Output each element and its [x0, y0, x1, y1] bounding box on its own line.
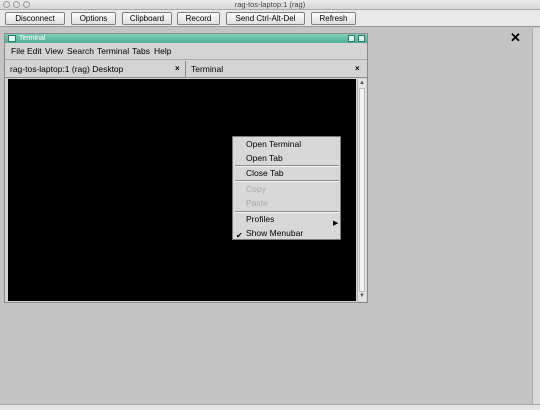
checkmark-icon: ✔	[236, 231, 243, 240]
menu-terminal[interactable]: Terminal	[97, 46, 129, 57]
menu-edit[interactable]: Edit	[27, 46, 42, 57]
context-menu: Open Terminal Open Tab Close Tab Copy Pa…	[232, 136, 341, 240]
tab-terminal-close-icon[interactable]: ×	[355, 60, 360, 78]
terminal-titlebar[interactable]: Terminal	[5, 34, 367, 43]
window-titlebar: rag-tos-laptop:1 (rag)	[0, 0, 540, 10]
menu-tabs[interactable]: Tabs	[132, 46, 150, 57]
menu-help[interactable]: Help	[154, 46, 171, 57]
menu-view[interactable]: View	[45, 46, 63, 57]
submenu-arrow-icon: ▶	[333, 220, 339, 227]
menu-separator	[235, 180, 339, 182]
viewer-scrollbar[interactable]	[532, 28, 540, 404]
disconnect-button[interactable]: Disconnect	[5, 12, 65, 25]
menu-item-profiles[interactable]: Profiles	[246, 214, 274, 225]
refresh-button[interactable]: Refresh	[311, 12, 356, 25]
terminal-tabbar: rag-tos-laptop:1 (rag) Desktop × Termina…	[5, 59, 367, 78]
menu-item-open-tab[interactable]: Open Tab	[246, 153, 283, 164]
terminal-scrollbar[interactable]: ▲ ▼	[357, 79, 366, 301]
options-button[interactable]: Options	[71, 12, 116, 25]
menu-item-close-tab[interactable]: Close Tab	[246, 168, 284, 179]
record-button[interactable]: Record	[177, 12, 220, 25]
menu-separator	[235, 211, 339, 213]
maximize-icon[interactable]	[358, 35, 365, 42]
menu-item-show-menubar[interactable]: Show Menubar	[246, 228, 303, 239]
tab-divider	[185, 61, 186, 77]
minimize-icon[interactable]	[348, 35, 355, 42]
menu-search[interactable]: Search	[67, 46, 94, 57]
tab-desktop[interactable]: rag-tos-laptop:1 (rag) Desktop	[10, 60, 123, 78]
menu-item-open-terminal[interactable]: Open Terminal	[246, 139, 301, 150]
scroll-thumb[interactable]	[359, 88, 365, 292]
send-ctrl-alt-del-button[interactable]: Send Ctrl-Alt-Del	[226, 12, 305, 25]
menu-item-paste: Paste	[246, 198, 268, 208]
status-bar	[0, 404, 540, 410]
scroll-up-icon[interactable]: ▲	[359, 80, 365, 86]
tab-terminal[interactable]: Terminal	[191, 60, 223, 78]
window-menu-icon[interactable]	[8, 35, 16, 42]
terminal-title: Terminal	[19, 35, 46, 42]
menu-separator	[235, 165, 339, 167]
scroll-down-icon[interactable]: ▼	[359, 293, 365, 299]
close-icon[interactable]: ✕	[510, 31, 521, 44]
tab-desktop-close-icon[interactable]: ×	[175, 60, 180, 78]
menu-file[interactable]: File	[11, 46, 25, 57]
terminal-menubar: File Edit View Search Terminal Tabs Help	[5, 45, 367, 58]
menu-item-copy: Copy	[246, 184, 266, 194]
window-title: rag-tos-laptop:1 (rag)	[234, 0, 306, 9]
clipboard-button[interactable]: Clipboard	[122, 12, 172, 25]
vnc-toolbar: Disconnect Options Clipboard Record Send…	[0, 10, 540, 27]
